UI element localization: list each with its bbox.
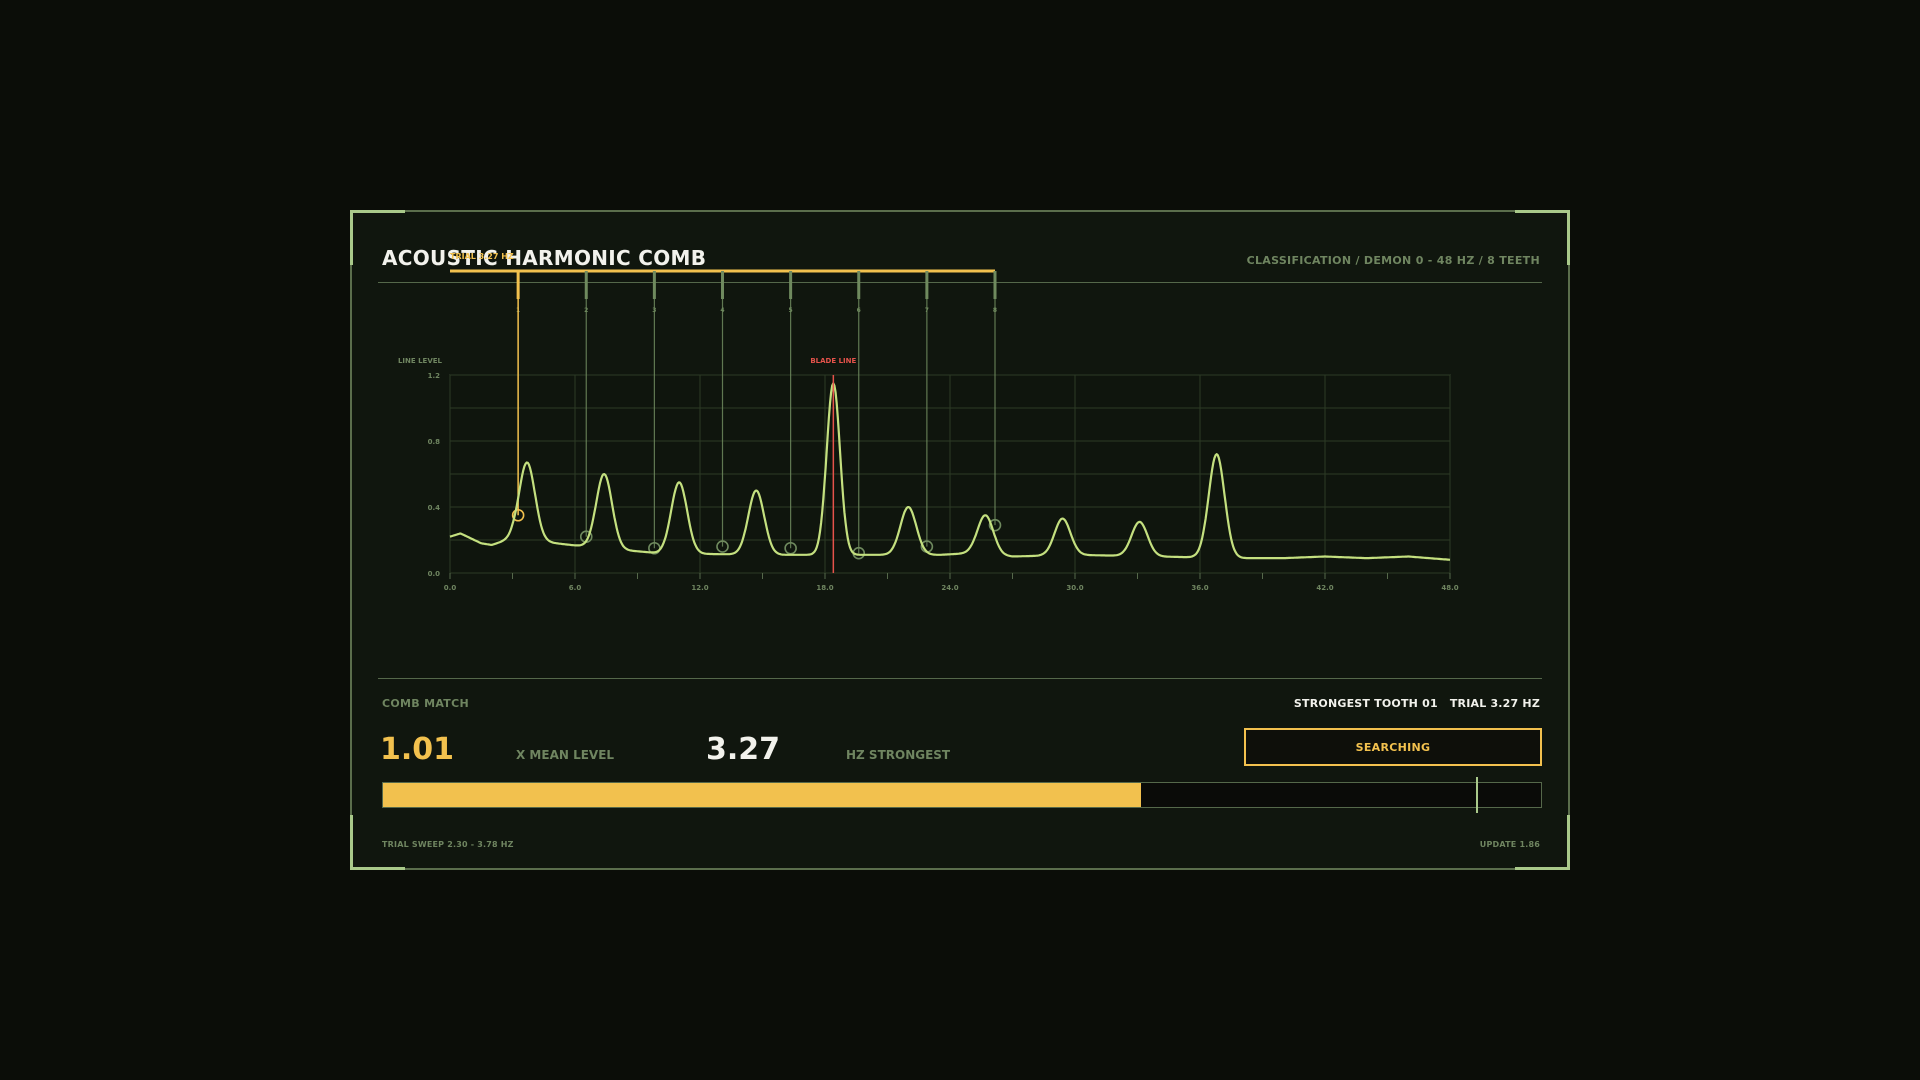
x-tick-label: 12.0 bbox=[691, 584, 708, 592]
strongest-tooth-info: STRONGEST TOOTH 01 TRIAL 3.27 HZ bbox=[1294, 697, 1540, 710]
x-tick-label: 6.0 bbox=[569, 584, 582, 592]
x-tick-label: 18.0 bbox=[816, 584, 833, 592]
comb-tooth bbox=[857, 271, 861, 299]
comb-tooth bbox=[652, 271, 656, 299]
comb-tooth bbox=[721, 271, 724, 299]
sweep-progress-bar bbox=[382, 777, 1542, 813]
comb-tooth bbox=[789, 271, 793, 299]
strongest-hz-value: 3.27 bbox=[706, 732, 781, 767]
trial-sweep-label: TRIAL SWEEP 2.30 - 3.78 HZ bbox=[382, 840, 514, 849]
strongest-hz-label: HZ STRONGEST bbox=[846, 748, 951, 762]
searching-status-button[interactable]: SEARCHING bbox=[1244, 728, 1542, 766]
strongest-trial-text: TRIAL 3.27 HZ bbox=[1449, 697, 1540, 710]
y-tick-label: 0.0 bbox=[428, 570, 441, 578]
comb-tooth bbox=[516, 271, 520, 299]
y-tick-label: 0.8 bbox=[428, 438, 441, 446]
x-tick-label: 42.0 bbox=[1316, 584, 1333, 592]
sweep-progress-fill bbox=[383, 783, 1142, 807]
sweep-progress-marker[interactable] bbox=[1476, 777, 1479, 813]
x-tick-label: 30.0 bbox=[1066, 584, 1083, 592]
x-tick-label: 36.0 bbox=[1191, 584, 1208, 592]
x-tick-label: 24.0 bbox=[941, 584, 958, 592]
update-label: UPDATE 1.86 bbox=[1479, 840, 1540, 849]
x-tick-label: 0.0 bbox=[444, 584, 457, 592]
x-tick-label: 48.0 bbox=[1441, 584, 1458, 592]
y-tick-label: 1.2 bbox=[428, 372, 441, 380]
comb-match-label: COMB MATCH bbox=[382, 697, 469, 710]
blade-line-label: BLADE LINE bbox=[810, 357, 856, 365]
harmonic-comb-panel: ACOUSTIC HARMONIC COMB CLASSIFICATION / … bbox=[350, 210, 1570, 870]
strongest-tooth-text: STRONGEST TOOTH 01 bbox=[1293, 697, 1438, 710]
harmonic-spectrum-chart: 0.0 0.4 0.8 1.2 LINE LEVEL 0.0 6.0 12.0 18.0 24.0… bbox=[398, 252, 1459, 592]
mean-level-label: X MEAN LEVEL bbox=[516, 748, 615, 762]
y-tick-label: 0.4 bbox=[428, 504, 441, 512]
comb-tooth bbox=[993, 271, 997, 299]
y-axis-label: LINE LEVEL bbox=[398, 357, 443, 365]
trial-label: TRIAL 3.27 HZ bbox=[450, 252, 514, 261]
section-divider bbox=[378, 678, 1542, 679]
comb-tooth bbox=[925, 271, 929, 299]
comb-tooth bbox=[584, 271, 588, 299]
mean-level-value: 1.01 bbox=[380, 732, 455, 767]
